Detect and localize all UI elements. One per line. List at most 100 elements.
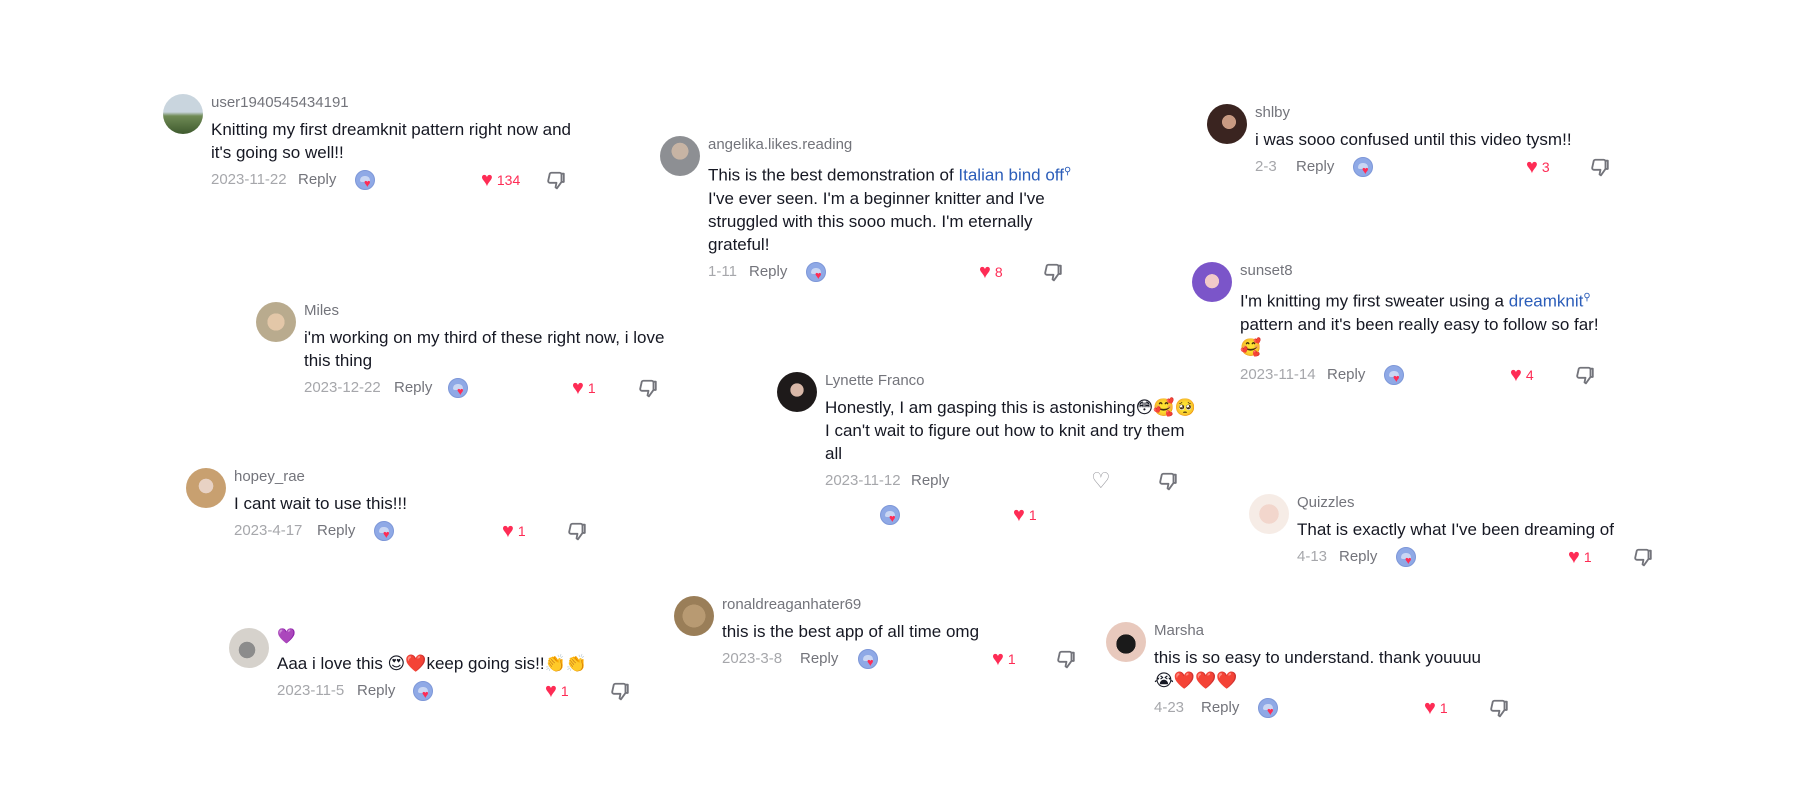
comment-actions: 2023-3-8 Reply ♥ ♥ 1	[722, 649, 1094, 671]
comment-date: 2-3	[1255, 158, 1277, 175]
comment-text: That is exactly what I've been dreaming …	[1297, 520, 1614, 539]
like-button[interactable]: ♥ 3	[1526, 157, 1550, 177]
like-count: 4	[1525, 366, 1534, 383]
avatar[interactable]	[1207, 104, 1247, 144]
comment-text-part: This is the best demonstration of	[708, 165, 959, 185]
thumbs-down-icon[interactable]	[1589, 157, 1611, 179]
thumbs-down-icon[interactable]	[566, 521, 588, 543]
avatar[interactable]	[229, 628, 269, 668]
avatar[interactable]	[1192, 262, 1232, 302]
reply-button[interactable]: Reply	[749, 262, 787, 282]
thumbs-down-icon[interactable]	[1157, 471, 1179, 493]
reply-button[interactable]: Reply	[1201, 698, 1239, 718]
username[interactable]: Quizzles	[1297, 494, 1689, 512]
like-count: 1	[1028, 507, 1037, 524]
username[interactable]: hopey_rae	[234, 468, 606, 486]
avatar[interactable]	[660, 136, 700, 176]
like-count: 1	[1439, 700, 1448, 717]
heart-icon: ♥	[457, 386, 464, 398]
comment-date: 4-13	[1297, 548, 1328, 565]
reply-button[interactable]: Reply	[357, 681, 395, 701]
like-button[interactable]: ♥ 1	[1013, 505, 1037, 525]
comment-actions: 2023-11-22 Reply ♥ ♥ 134	[211, 170, 583, 192]
comment-date: 2023-11-5	[277, 682, 345, 699]
creator-liked-badge: ♥	[880, 505, 900, 525]
username[interactable]: ronaldreaganhater69	[722, 596, 1094, 614]
comment-actions: 1-11 Reply ♥ ♥ 8	[708, 261, 1080, 284]
reply-button[interactable]: Reply	[1327, 365, 1365, 385]
reply-button[interactable]: Reply	[911, 471, 949, 491]
comment-actions: 4-13 Reply ♥ ♥ 1	[1297, 547, 1689, 569]
like-button[interactable]: ♥ 134	[481, 170, 520, 190]
username[interactable]: angelika.likes.reading	[708, 136, 1080, 154]
heart-icon: ♥	[422, 689, 429, 701]
avatar[interactable]	[1106, 622, 1146, 662]
comment-date: 1-11	[708, 262, 737, 280]
username[interactable]: user1940545434191	[211, 94, 583, 112]
reply-button[interactable]: Reply	[317, 521, 355, 541]
reply-button[interactable]: Reply	[394, 378, 432, 398]
search-link[interactable]: Italian bind off	[958, 166, 1064, 185]
creator-liked-badge: ♥	[374, 521, 394, 541]
heart-icon: ♥	[1405, 555, 1412, 567]
thumbs-down-icon[interactable]	[1632, 547, 1654, 569]
like-button[interactable]: ♥ 1	[572, 378, 596, 398]
heart-icon: ♥	[1568, 546, 1580, 569]
thumbs-down-icon[interactable]	[1488, 698, 1510, 720]
thumbs-down-icon[interactable]	[1574, 365, 1596, 387]
username[interactable]: shlby	[1255, 104, 1627, 122]
heart-icon: ♥	[889, 513, 896, 525]
comment-actions: 2-3 Reply ♥ ♥ 3	[1255, 157, 1627, 179]
like-button[interactable]: ♥ 1	[1568, 547, 1592, 567]
comment-actions: 2023-11-5 Reply ♥ ♥ 1	[277, 681, 649, 703]
comment-actions: 2023-11-12 Reply ♡	[825, 470, 1197, 493]
comment-text-part: pattern and it's been really easy to fol…	[1240, 314, 1599, 357]
heart-icon: ♥	[979, 260, 991, 283]
comment-actions: 2023-12-22 Reply ♥ ♥ 1	[304, 378, 676, 400]
like-button[interactable]: ♥ 1	[502, 521, 526, 541]
avatar[interactable]	[186, 468, 226, 508]
heart-icon: ♥	[481, 169, 493, 192]
comment-text: Honestly, I am gasping this is astonishi…	[825, 398, 1196, 463]
like-button[interactable]: ♥ 4	[1510, 365, 1534, 385]
username[interactable]: Lynette Franco	[825, 372, 1197, 390]
like-button[interactable]: ♡	[1091, 470, 1111, 492]
thumbs-down-icon[interactable]	[1042, 262, 1064, 284]
thumbs-down-icon[interactable]	[545, 170, 567, 192]
comment-text: i'm working on my third of these right n…	[304, 328, 665, 370]
comment-date: 2023-11-14	[1240, 365, 1316, 383]
heart-icon: ♥	[1362, 165, 1369, 177]
thumbs-down-icon[interactable]	[637, 378, 659, 400]
avatar[interactable]	[163, 94, 203, 134]
comment-reactions: ♥ ♥ 1	[825, 505, 1197, 527]
heart-icon: ♥	[383, 529, 390, 541]
heart-icon: ♥	[992, 648, 1004, 671]
avatar[interactable]	[1249, 494, 1289, 534]
heart-icon: ♥	[1510, 363, 1522, 386]
avatar[interactable]	[256, 302, 296, 342]
username[interactable]: 💜	[277, 628, 649, 646]
heart-icon: ♥	[867, 657, 874, 669]
reply-button[interactable]: Reply	[1296, 157, 1334, 177]
heart-icon: ♥	[815, 269, 822, 282]
thumbs-down-icon[interactable]	[1055, 649, 1077, 671]
comment-actions: 4-23 Reply ♥ ♥ 1	[1154, 698, 1526, 720]
like-button[interactable]: ♥ 1	[1424, 698, 1448, 718]
thumbs-down-icon[interactable]	[609, 681, 631, 703]
comment-text: Knitting my first dreamknit pattern righ…	[211, 120, 571, 162]
reply-button[interactable]: Reply	[1339, 547, 1377, 567]
like-button[interactable]: ♥ 1	[545, 681, 569, 701]
avatar[interactable]	[674, 596, 714, 636]
heart-icon: ♥	[502, 520, 514, 543]
reply-button[interactable]: Reply	[298, 170, 336, 190]
creator-liked-badge: ♥	[1258, 698, 1278, 718]
like-button[interactable]: ♥ 8	[979, 262, 1003, 282]
username[interactable]: sunset8	[1240, 262, 1612, 280]
reply-button[interactable]: Reply	[800, 649, 838, 669]
search-link[interactable]: dreamknit	[1509, 292, 1584, 311]
creator-liked-badge: ♥	[413, 681, 433, 701]
username[interactable]: Miles	[304, 302, 676, 320]
avatar[interactable]	[777, 372, 817, 412]
like-button[interactable]: ♥ 1	[992, 649, 1016, 669]
username[interactable]: Marsha	[1154, 622, 1526, 640]
